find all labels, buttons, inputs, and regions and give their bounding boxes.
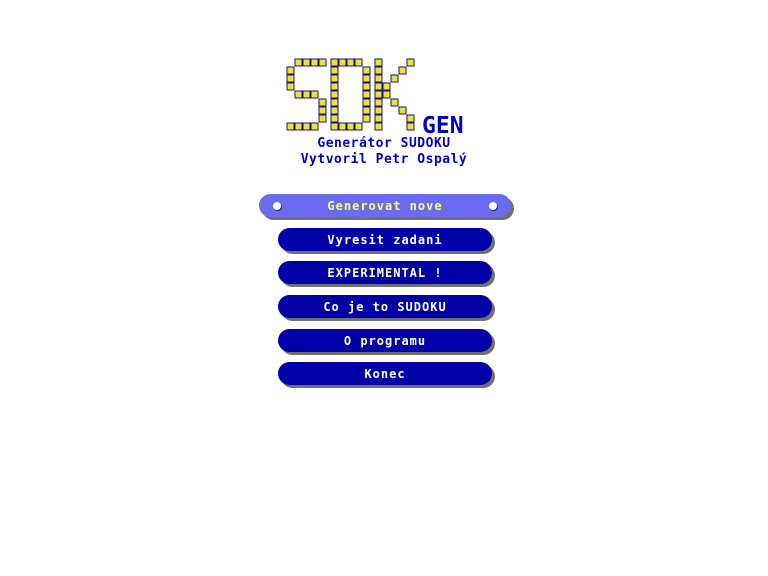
about-sudoku-label: Co je to SUDOKU: [323, 299, 447, 314]
logo-cell: [406, 114, 415, 123]
logo-cell: [374, 66, 383, 75]
logo-cell: [362, 66, 371, 75]
logo-cell: [338, 122, 347, 131]
about-program-button[interactable]: O programu: [278, 329, 492, 352]
logo-cell: [398, 106, 407, 115]
logo-cell: [362, 106, 371, 115]
logo-cell: [286, 82, 295, 91]
generate-new-label: Generovat nove: [327, 198, 443, 213]
about-sudoku-button[interactable]: Co je to SUDOKU: [278, 295, 492, 318]
logo-cell: [374, 106, 383, 115]
logo-cell: [302, 58, 311, 67]
logo-cell: [294, 90, 303, 99]
logo-cell: [346, 58, 355, 67]
logo-cell: [318, 58, 327, 67]
logo-cell: [362, 74, 371, 83]
author-credit: Vytvoril Petr Ospalý: [300, 152, 468, 167]
logo-cell: [310, 58, 319, 67]
logo-cell: [362, 114, 371, 123]
logo-cell: [346, 122, 355, 131]
sdkgen-logo: GEN: [286, 58, 464, 138]
logo-cell: [302, 122, 311, 131]
logo-cell: [390, 74, 399, 83]
logo-cell: [286, 122, 295, 131]
logo-cell: [338, 58, 347, 67]
logo-cell: [330, 90, 339, 99]
logo-cell: [330, 106, 339, 115]
logo-cell: [330, 58, 339, 67]
logo-cell: [310, 90, 319, 99]
logo-gen-text: GEN: [422, 113, 464, 138]
logo-cell: [382, 90, 391, 99]
solve-puzzle-button[interactable]: Vyresit zadani: [278, 228, 492, 251]
generate-new-button[interactable]: Generovat nove: [259, 194, 511, 217]
logo-cell: [294, 58, 303, 67]
logo-cell: [330, 98, 339, 107]
logo-cell: [330, 122, 339, 131]
logo-cell: [354, 58, 363, 67]
logo-cell: [362, 98, 371, 107]
logo-cell: [362, 90, 371, 99]
logo-cell: [374, 98, 383, 107]
logo-cell: [374, 90, 383, 99]
logo-cell: [330, 114, 339, 123]
app-subtitle: Generátor SUDOKU: [317, 136, 451, 151]
quit-button[interactable]: Konec: [278, 362, 492, 385]
logo-cell: [330, 66, 339, 75]
logo-cell: [374, 82, 383, 91]
logo-cell: [382, 82, 391, 91]
logo-cell: [374, 74, 383, 83]
logo-cell: [406, 58, 415, 67]
logo-cell: [330, 74, 339, 83]
logo-cell: [318, 98, 327, 107]
logo-cell: [286, 74, 295, 83]
logo-cell: [406, 122, 415, 131]
logo-cell: [374, 58, 383, 67]
experimental-label: EXPERIMENTAL !: [327, 265, 443, 280]
logo-cell: [362, 82, 371, 91]
logo-cell: [286, 66, 295, 75]
selection-dot-left: [273, 202, 281, 210]
quit-label: Konec: [364, 366, 406, 381]
logo-cell: [398, 66, 407, 75]
logo-cell: [390, 98, 399, 107]
about-program-label: O programu: [343, 333, 427, 348]
logo-cell: [330, 82, 339, 91]
experimental-button[interactable]: EXPERIMENTAL !: [278, 261, 492, 284]
logo-cell: [374, 114, 383, 123]
logo-cell: [318, 106, 327, 115]
logo-cell: [294, 122, 303, 131]
solve-puzzle-label: Vyresit zadani: [327, 232, 443, 247]
logo-cell: [318, 114, 327, 123]
logo-cell: [354, 122, 363, 131]
logo-cell: [374, 122, 383, 131]
sdk-letters: [286, 58, 415, 131]
logo-cell: [310, 122, 319, 131]
selection-dot-right: [489, 202, 497, 210]
logo-cell: [302, 90, 311, 99]
